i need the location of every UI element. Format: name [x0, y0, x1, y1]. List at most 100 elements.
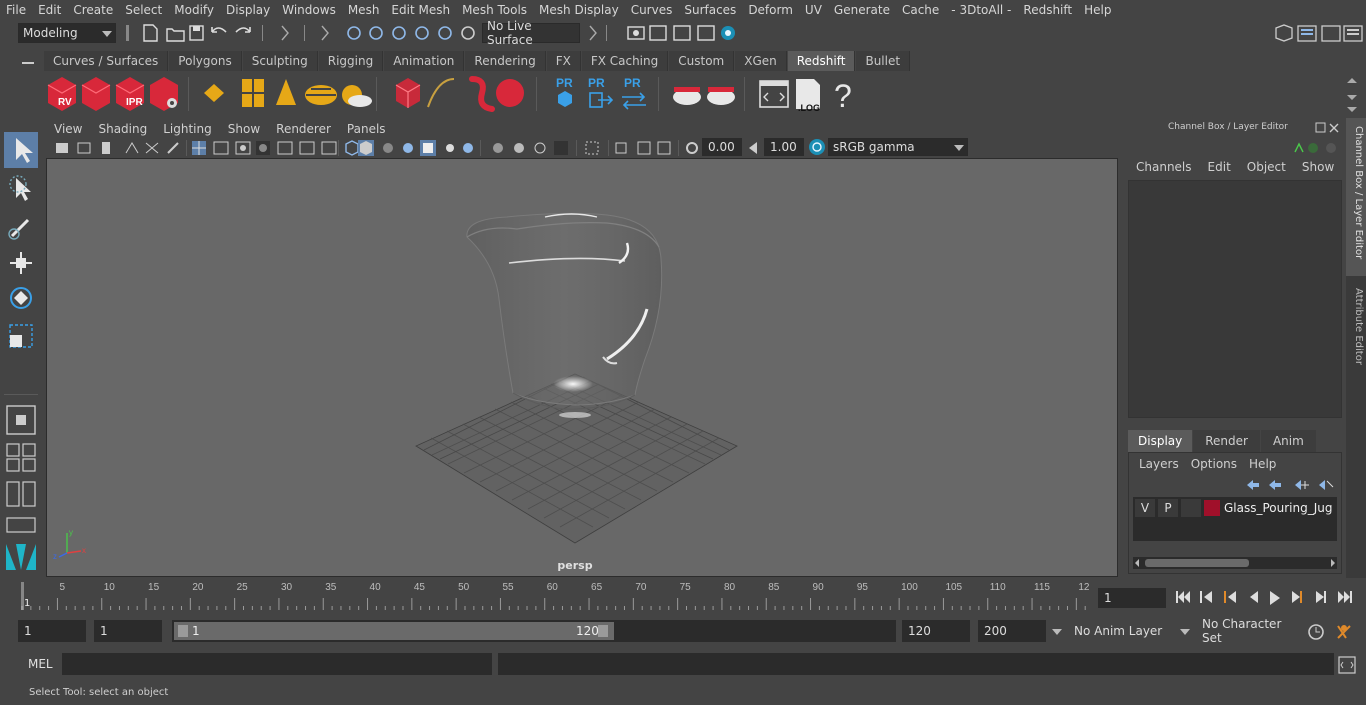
- playback-start-field[interactable]: 1: [94, 620, 162, 642]
- menu-mesh[interactable]: Mesh: [342, 3, 386, 17]
- tab-animation[interactable]: Animation: [384, 51, 465, 71]
- menu-surfaces[interactable]: Surfaces: [678, 3, 742, 17]
- start-time-field[interactable]: 1: [18, 620, 86, 642]
- side-tab-attribute-editor[interactable]: Attribute Editor: [1346, 280, 1366, 380]
- step-back-key-icon: [1224, 591, 1236, 603]
- tab-xgen[interactable]: XGen: [735, 51, 787, 71]
- layer-scrollbar[interactable]: [1133, 557, 1337, 569]
- tab-fx-caching[interactable]: FX Caching: [581, 51, 669, 71]
- viewport-menu-view[interactable]: View: [46, 122, 90, 136]
- range-slider[interactable]: 1 120: [172, 620, 896, 642]
- menu-select[interactable]: Select: [119, 3, 168, 17]
- code-window-icon: [759, 80, 789, 108]
- panel-buttons[interactable]: [1314, 121, 1342, 135]
- menu-modify[interactable]: Modify: [168, 3, 220, 17]
- gamma-icon: [749, 142, 757, 154]
- channel-edit-menu[interactable]: Edit: [1208, 160, 1231, 178]
- time-slider[interactable]: 5 10 15 20 25 30 35 40 45 50 55 60 65 70 75 80 85 90 95 100…: [0, 578, 1366, 614]
- gamma-field[interactable]: 1.00: [764, 138, 804, 156]
- tab-curves-surfaces[interactable]: Curves / Surfaces: [44, 51, 169, 71]
- menu-3dtoall[interactable]: - 3DtoAll -: [945, 3, 1017, 17]
- channel-box-list[interactable]: [1128, 180, 1342, 418]
- tab-anim[interactable]: Anim: [1260, 430, 1316, 452]
- viewport-menu-panels[interactable]: Panels: [339, 122, 394, 136]
- menu-file[interactable]: File: [0, 3, 32, 17]
- menu-edit[interactable]: Edit: [32, 3, 67, 17]
- channel-object-menu[interactable]: Object: [1247, 160, 1286, 178]
- tab-fx[interactable]: FX: [546, 51, 581, 71]
- viewport-menu-shading[interactable]: Shading: [90, 122, 155, 136]
- menu-help[interactable]: Help: [1078, 3, 1117, 17]
- tab-polygons[interactable]: Polygons: [169, 51, 242, 71]
- range-start-grip[interactable]: [178, 625, 188, 637]
- menu-deform[interactable]: Deform: [742, 3, 799, 17]
- menu-mesh-tools[interactable]: Mesh Tools: [456, 3, 533, 17]
- shelf-scroll[interactable]: [1344, 75, 1360, 115]
- command-input[interactable]: [62, 653, 492, 675]
- menu-windows[interactable]: Windows: [276, 3, 342, 17]
- layer-color-swatch[interactable]: [1204, 500, 1220, 516]
- live-surface-label: No Live Surface: [487, 19, 533, 47]
- redshift-render-view-icon: RV: [47, 77, 77, 111]
- menu-display[interactable]: Display: [220, 3, 276, 17]
- options-menu[interactable]: Options: [1191, 457, 1237, 471]
- playback-end-field[interactable]: 120: [902, 620, 970, 642]
- scene-canvas: y x z: [53, 212, 738, 561]
- exposure-value: 0.00: [708, 140, 735, 154]
- layer-name[interactable]: Glass_Pouring_Jug: [1224, 499, 1333, 517]
- tab-bullet[interactable]: Bullet: [856, 51, 911, 71]
- layer-type-toggle[interactable]: [1181, 499, 1201, 517]
- viewport-menu-show[interactable]: Show: [220, 122, 268, 136]
- layer-playback-toggle[interactable]: P: [1158, 499, 1178, 517]
- menu-edit-mesh[interactable]: Edit Mesh: [385, 3, 456, 17]
- character-set-dropdown[interactable]: No Character Set: [1178, 617, 1298, 645]
- layer-action-icons[interactable]: [1243, 477, 1339, 493]
- tab-rendering[interactable]: Rendering: [465, 51, 546, 71]
- menu-curves[interactable]: Curves: [625, 3, 679, 17]
- tab-render[interactable]: Render: [1193, 430, 1260, 452]
- layer-visibility-toggle[interactable]: V: [1135, 499, 1155, 517]
- viewport-menu-lighting[interactable]: Lighting: [155, 122, 220, 136]
- layers-menu[interactable]: Layers: [1139, 457, 1179, 471]
- chevron-down-icon: [102, 31, 112, 37]
- menu-cache[interactable]: Cache: [896, 3, 945, 17]
- tab-rigging[interactable]: Rigging: [318, 51, 384, 71]
- side-tab-channel-box[interactable]: Channel Box / Layer Editor: [1346, 118, 1366, 276]
- current-frame-field[interactable]: 1: [1098, 588, 1166, 608]
- channel-show-menu[interactable]: Show: [1302, 160, 1334, 178]
- time-slider-ruler: 5 10 15 20 25 30 35 40 45 50 55 60 65 70 75 80 85 90 95 100…: [18, 580, 1090, 612]
- workspace-icons: [1275, 24, 1363, 42]
- viewport-persp[interactable]: y x z persp: [46, 158, 1118, 577]
- tab-redshift[interactable]: Redshift: [787, 51, 856, 71]
- color-management-icon[interactable]: [808, 138, 826, 156]
- menu-generate[interactable]: Generate: [828, 3, 896, 17]
- layer-row[interactable]: V P Glass_Pouring_Jug: [1133, 499, 1337, 517]
- menu-mesh-display[interactable]: Mesh Display: [533, 3, 625, 17]
- range-slider-handle[interactable]: 1 120: [174, 622, 614, 640]
- command-language-label[interactable]: MEL: [28, 657, 53, 671]
- range-end-grip[interactable]: [598, 625, 608, 637]
- scroll-arrows: [1135, 559, 1335, 567]
- mode-selector[interactable]: Modeling: [18, 23, 116, 43]
- menu-create[interactable]: Create: [67, 3, 119, 17]
- color-space-dropdown[interactable]: sRGB gamma: [828, 138, 968, 156]
- play-backward-icon: [1250, 591, 1258, 603]
- viewport-menu-renderer[interactable]: Renderer: [268, 122, 339, 136]
- script-editor-icon[interactable]: [1338, 656, 1356, 674]
- menu-uv[interactable]: UV: [799, 3, 828, 17]
- layer-help-menu[interactable]: Help: [1249, 457, 1276, 471]
- exposure-field[interactable]: 0.00: [702, 138, 742, 156]
- timeline-tick-label: 10: [104, 582, 116, 593]
- end-time-field[interactable]: 200: [978, 620, 1046, 642]
- live-surface-field[interactable]: No Live Surface: [482, 19, 580, 47]
- anim-layer-dropdown[interactable]: No Anim Layer: [1050, 620, 1166, 642]
- tab-display[interactable]: Display: [1128, 430, 1193, 452]
- anim-pref-icons[interactable]: [1306, 622, 1362, 642]
- svg-text:IPR: IPR: [126, 97, 143, 108]
- tab-sculpting[interactable]: Sculpting: [242, 51, 318, 71]
- menu-redshift[interactable]: Redshift: [1017, 3, 1078, 17]
- channels-menu[interactable]: Channels: [1136, 160, 1192, 178]
- tab-custom[interactable]: Custom: [669, 51, 735, 71]
- timeline-tick-label: 45: [414, 582, 426, 593]
- channel-box-menu: Channels Edit Object Show: [1128, 160, 1338, 178]
